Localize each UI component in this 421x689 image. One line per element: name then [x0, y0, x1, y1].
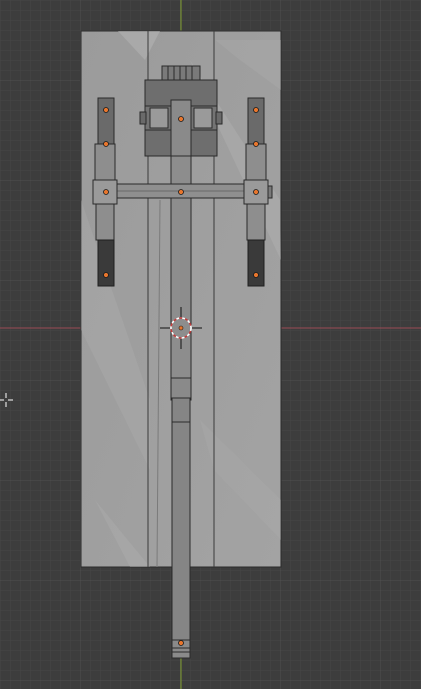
- origin-point: [253, 107, 259, 113]
- origin-point: [178, 116, 184, 122]
- origin-point: [178, 640, 184, 646]
- tail-extension-object[interactable]: [171, 397, 191, 659]
- origin-point: [253, 189, 259, 195]
- origin-point: [253, 272, 259, 278]
- origin-point: [103, 272, 109, 278]
- 3d-viewport[interactable]: [0, 0, 421, 689]
- origin-point: [253, 141, 259, 147]
- origin-point: [103, 189, 109, 195]
- origin-point: [103, 141, 109, 147]
- origin-point: [103, 107, 109, 113]
- front-hub-object[interactable]: [139, 65, 223, 157]
- origin-point: [178, 189, 184, 195]
